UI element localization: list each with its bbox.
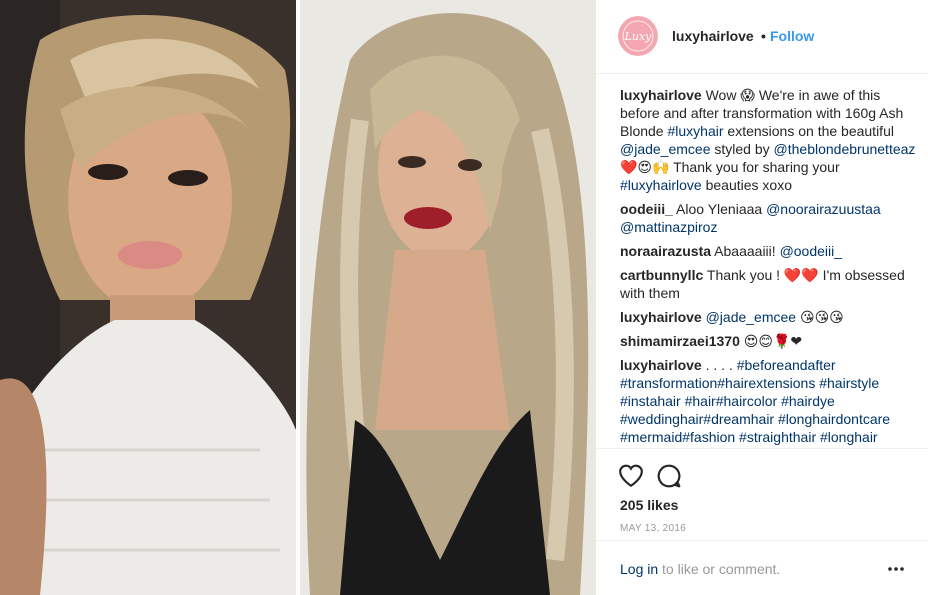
mention-link[interactable]: @jade_emcee: [706, 309, 797, 325]
comment-footer: Log in to like or comment.: [596, 540, 928, 595]
comment-text: 😍😊🌹❤: [743, 333, 803, 349]
before-photo: [0, 0, 296, 595]
hashtag-link[interactable]: #luxyhairlove: [620, 177, 702, 193]
post-header: Luxy luxyhairlove • Follow: [596, 0, 928, 74]
login-prompt-text: to like or comment.: [658, 561, 781, 577]
comment-item: luxyhairlove @jade_emcee 😘😘😘: [620, 308, 916, 326]
comment-text: 😘😘😘: [796, 309, 844, 325]
post-sidebar: Luxy luxyhairlove • Follow luxyhairlove …: [596, 0, 928, 595]
comment-icon[interactable]: [656, 463, 682, 489]
svg-text:Luxy: Luxy: [624, 30, 653, 43]
comment-username[interactable]: luxyhairlove: [620, 357, 702, 373]
comment-username[interactable]: cartbunnyllc: [620, 267, 703, 283]
mention-link[interactable]: @oodeiii_: [780, 243, 842, 259]
comment-item: noraairazusta Abaaaaiii! @oodeiii_: [620, 242, 916, 260]
comments-list[interactable]: luxyhairlove Wow 😱 We're in awe of this …: [620, 86, 916, 448]
author-avatar[interactable]: Luxy: [618, 16, 658, 56]
follow-button[interactable]: Follow: [770, 28, 814, 44]
caption-username[interactable]: luxyhairlove: [620, 87, 702, 103]
after-photo-illustration: [300, 0, 596, 595]
login-link[interactable]: Log in: [620, 561, 658, 577]
instagram-post: Luxy luxyhairlove • Follow luxyhairlove …: [0, 0, 928, 595]
heart-icon[interactable]: [618, 463, 644, 489]
caption: luxyhairlove Wow 😱 We're in awe of this …: [620, 86, 916, 194]
more-options-icon[interactable]: [886, 559, 906, 579]
hashtag-link[interactable]: #luxyhair: [667, 123, 723, 139]
caption-text-5: beauties xoxo: [701, 177, 793, 193]
comment-text: . . . .: [705, 357, 737, 373]
comment-item: cartbunnyllc Thank you ! ❤️❤️ I'm obsess…: [620, 266, 916, 302]
post-date: MAY 13, 2016: [620, 523, 687, 534]
comment-username[interactable]: oodeiii_: [620, 201, 673, 217]
comment-username[interactable]: luxyhairlove: [620, 309, 702, 325]
comment-text: Aloo Yleniaaa: [676, 201, 767, 217]
caption-text-2: extensions on the beautiful: [723, 123, 894, 139]
author-username[interactable]: luxyhairlove: [672, 28, 754, 44]
comment-username[interactable]: shimamirzaei1370: [620, 333, 740, 349]
mention-link[interactable]: @theblondebrunetteaz: [774, 141, 916, 157]
post-image[interactable]: [0, 0, 596, 595]
mention-link[interactable]: @jade_emcee: [620, 141, 711, 157]
post-actions: 205 likes MAY 13, 2016: [596, 448, 928, 534]
comment-item: oodeiii_ Aloo Yleniaaa @noorairazuustaa …: [620, 200, 916, 236]
like-count[interactable]: 205 likes: [620, 497, 678, 513]
caption-text-3: styled by: [710, 141, 774, 157]
after-photo: [300, 0, 596, 595]
login-prompt: Log in to like or comment.: [620, 561, 780, 577]
comment-username[interactable]: noraairazusta: [620, 243, 711, 259]
comment-item: shimamirzaei1370 😍😊🌹❤: [620, 332, 916, 350]
separator-dot: •: [761, 28, 766, 44]
before-photo-illustration: [0, 0, 296, 595]
caption-text-4: ❤️😍🙌 Thank you for sharing your: [620, 159, 840, 175]
comment-item: luxyhairlove . . . . #beforeandafter #tr…: [620, 356, 916, 446]
luxy-logo: Luxy: [618, 16, 658, 56]
comment-text: Abaaaaiii!: [714, 243, 780, 259]
